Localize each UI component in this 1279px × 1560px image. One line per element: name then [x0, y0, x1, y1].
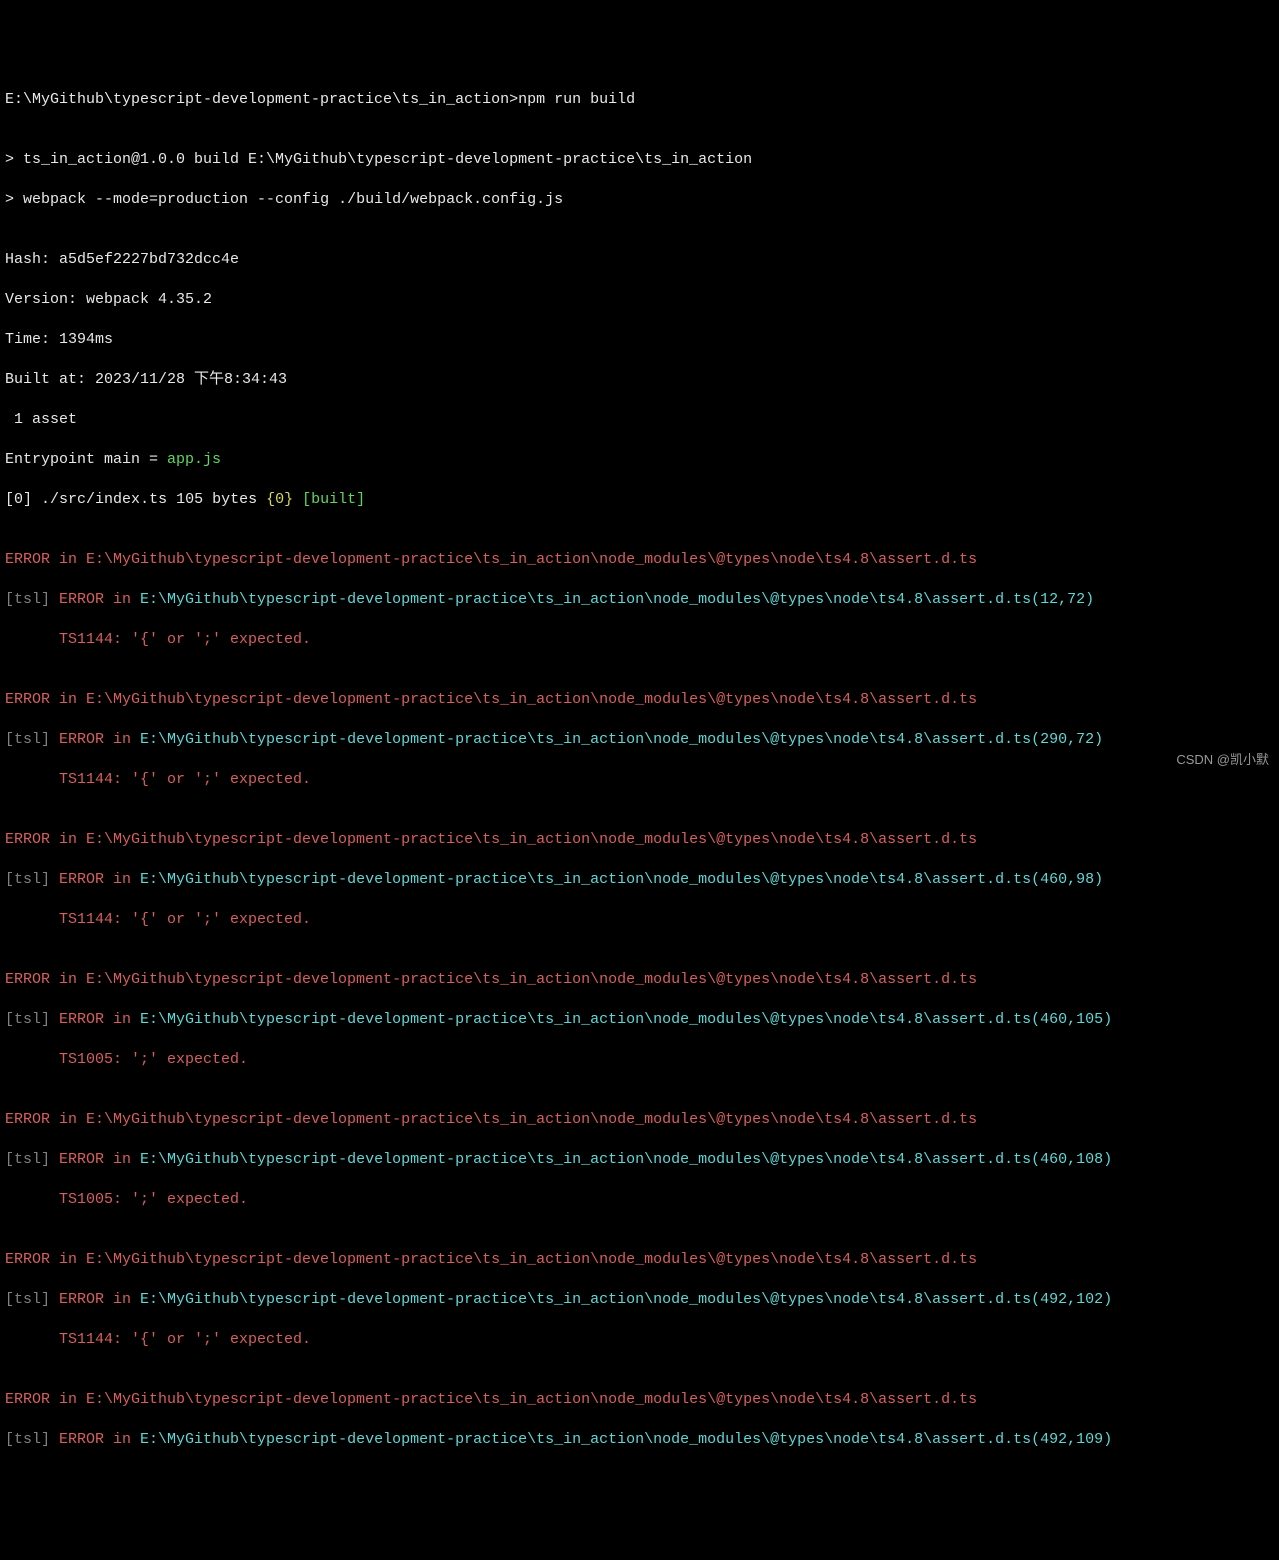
- hash-value: a5d5ef2227bd732dcc4e: [59, 251, 239, 268]
- version-value: webpack 4.35.2: [86, 291, 212, 308]
- tsl-tag: [tsl]: [5, 1011, 59, 1028]
- command-text: npm run build: [518, 91, 635, 108]
- error-in: ERROR in: [59, 591, 140, 608]
- error-path: E:\MyGithub\typescript-development-pract…: [140, 591, 1094, 608]
- prompt-path: E:\MyGithub\typescript-development-pract…: [5, 91, 518, 108]
- hash-label: Hash:: [5, 251, 59, 268]
- error-path: E:\MyGithub\typescript-development-pract…: [140, 1431, 1112, 1448]
- error-path: E:\MyGithub\typescript-development-pract…: [140, 1291, 1112, 1308]
- module-bracket: ]: [23, 491, 41, 508]
- module-path: ./src/index.ts 105 bytes: [41, 491, 266, 508]
- error-in: ERROR in: [59, 1151, 140, 1168]
- error-code: TS1144: '{' or ';' expected.: [5, 770, 1274, 790]
- error-header: ERROR in E:\MyGithub\typescript-developm…: [5, 1250, 1274, 1270]
- error-path: E:\MyGithub\typescript-development-pract…: [140, 731, 1103, 748]
- error-code: TS1005: ';' expected.: [5, 1190, 1274, 1210]
- error-code: TS1144: '{' or ';' expected.: [5, 630, 1274, 650]
- tsl-tag: [tsl]: [5, 591, 59, 608]
- entrypoint-file: app.js: [167, 451, 221, 468]
- chunk-bracket: {: [266, 491, 275, 508]
- error-header: ERROR in E:\MyGithub\typescript-developm…: [5, 830, 1274, 850]
- version-label: Version:: [5, 291, 86, 308]
- errors-container: ERROR in E:\MyGithub\typescript-developm…: [5, 530, 1274, 1450]
- tsl-tag: [tsl]: [5, 1431, 59, 1448]
- watermark: CSDN @凯小默: [1176, 750, 1269, 770]
- error-path: E:\MyGithub\typescript-development-pract…: [140, 1011, 1112, 1028]
- error-code: TS1144: '{' or ';' expected.: [5, 1330, 1274, 1350]
- error-code: TS1144: '{' or ';' expected.: [5, 910, 1274, 930]
- error-header: ERROR in E:\MyGithub\typescript-developm…: [5, 970, 1274, 990]
- error-code: TS1005: ';' expected.: [5, 1050, 1274, 1070]
- error-path: E:\MyGithub\typescript-development-pract…: [140, 871, 1103, 888]
- error-in: ERROR in: [59, 731, 140, 748]
- tsl-tag: [tsl]: [5, 1151, 59, 1168]
- entrypoint-label: Entrypoint main =: [5, 451, 167, 468]
- tsl-tag: [tsl]: [5, 731, 59, 748]
- time-label: Time:: [5, 331, 59, 348]
- error-header: ERROR in E:\MyGithub\typescript-developm…: [5, 1110, 1274, 1130]
- error-header: ERROR in E:\MyGithub\typescript-developm…: [5, 1390, 1274, 1410]
- built-tag: [built]: [302, 491, 365, 508]
- error-header: ERROR in E:\MyGithub\typescript-developm…: [5, 550, 1274, 570]
- npm-script-line: ts_in_action@1.0.0 build E:\MyGithub\typ…: [23, 151, 752, 168]
- time-value: 1394ms: [59, 331, 113, 348]
- npm-line-prefix: >: [5, 191, 23, 208]
- terminal-output[interactable]: E:\MyGithub\typescript-development-pract…: [5, 90, 1274, 1450]
- error-in: ERROR in: [59, 1011, 140, 1028]
- error-header: ERROR in E:\MyGithub\typescript-developm…: [5, 690, 1274, 710]
- chunk-index: 0: [275, 491, 284, 508]
- webpack-command-line: webpack --mode=production --config ./bui…: [23, 191, 563, 208]
- error-in: ERROR in: [59, 1431, 140, 1448]
- tsl-tag: [tsl]: [5, 1291, 59, 1308]
- tsl-tag: [tsl]: [5, 871, 59, 888]
- module-index: 0: [14, 491, 23, 508]
- built-at-value: 2023/11/28 下午8:34:43: [95, 371, 287, 388]
- chunk-bracket: }: [284, 491, 302, 508]
- error-in: ERROR in: [59, 1291, 140, 1308]
- npm-line-prefix: >: [5, 151, 23, 168]
- error-in: ERROR in: [59, 871, 140, 888]
- module-bracket: [: [5, 491, 14, 508]
- asset-count: 1 asset: [5, 411, 77, 428]
- built-at-label: Built at:: [5, 371, 95, 388]
- error-path: E:\MyGithub\typescript-development-pract…: [140, 1151, 1112, 1168]
